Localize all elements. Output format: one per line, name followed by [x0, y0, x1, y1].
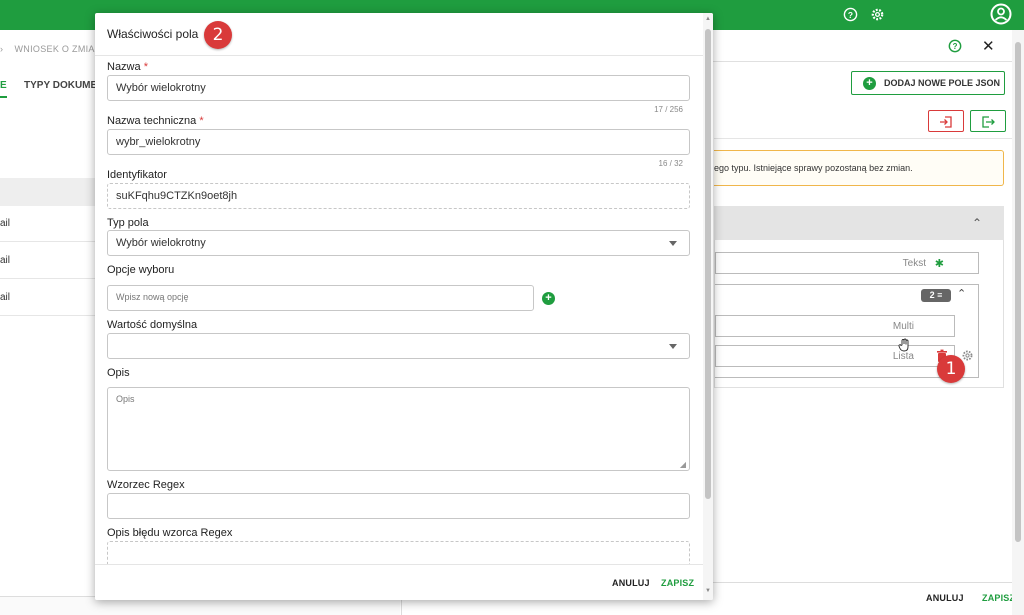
name-char-counter: 17 / 256 — [654, 105, 683, 114]
section-header[interactable]: ⌃ — [714, 206, 1004, 240]
dialog-scrollbar[interactable]: ▲ ▼ — [703, 13, 713, 600]
dialog-scrollbar-thumb[interactable] — [705, 29, 711, 499]
new-option-placeholder: Wpisz nową opcję — [116, 292, 189, 302]
default-value-label: Wartość domyślna — [107, 319, 198, 331]
cancel-button[interactable]: ANULUJ — [926, 593, 964, 603]
field-type-label: Tekst — [902, 258, 926, 269]
scroll-up-icon[interactable]: ▲ — [705, 16, 711, 22]
identifier-field: suKFqhu9CTZKn9oet8jh — [107, 183, 690, 209]
required-star-icon: ✱ — [934, 258, 944, 270]
svg-text:?: ? — [953, 42, 958, 51]
technical-name-label-text: Nazwa techniczna — [107, 115, 197, 127]
divider — [714, 138, 1014, 139]
name-input[interactable]: Wybór wielokrotny — [107, 75, 690, 101]
row-text: ail — [0, 292, 11, 303]
field-item-text[interactable]: Tekst ✱ — [715, 252, 979, 274]
new-option-input[interactable]: Wpisz nową opcję — [107, 285, 534, 311]
plus-icon: + — [863, 77, 876, 90]
field-type-label: Multi — [892, 321, 914, 332]
close-icon[interactable]: ✕ — [982, 37, 995, 55]
name-label-text: Nazwa — [107, 61, 141, 73]
svg-text:?: ? — [848, 10, 853, 20]
field-type-value: Wybór wielokrotny — [116, 237, 206, 249]
technical-name-char-counter: 16 / 32 — [658, 159, 683, 168]
resize-handle-icon[interactable]: ◢ — [680, 460, 686, 469]
name-label: Nazwa * — [107, 61, 148, 73]
export-button[interactable] — [970, 110, 1006, 132]
description-textarea[interactable]: Opis ◢ — [107, 387, 690, 471]
page-scrollbar[interactable] — [1012, 30, 1024, 615]
divider — [95, 55, 705, 56]
identifier-label: Identyfikator — [107, 169, 167, 181]
technical-name-input[interactable]: wybr_wielokrotny — [107, 129, 690, 155]
add-json-field-button[interactable]: + DODAJ NOWE POLE JSON — [851, 71, 1005, 95]
regex-error-label: Opis błędu wzorca Regex — [107, 527, 233, 539]
warning-notice-text: ego typu. Istniejące sprawy pozostaną be… — [714, 163, 913, 173]
user-account-icon[interactable] — [990, 3, 1012, 28]
field-type-label: Typ pola — [107, 217, 149, 229]
step-marker-2: 2 — [204, 21, 232, 49]
dialog-title: Właściwości pola — [107, 27, 199, 41]
save-button[interactable]: ZAPISZ — [661, 578, 694, 588]
page-scrollbar-thumb[interactable] — [1015, 42, 1021, 542]
dialog-footer: ANULUJ ZAPISZ — [95, 564, 705, 600]
breadcrumb-chevron-icon: › — [0, 44, 4, 54]
field-item-lista[interactable]: Lista — [715, 345, 955, 367]
import-icon — [940, 116, 952, 128]
tab-active[interactable]: E — [0, 80, 7, 98]
description-placeholder: Opis — [116, 394, 135, 404]
hand-cursor-icon — [897, 338, 911, 355]
technical-name-label: Nazwa techniczna * — [107, 115, 204, 127]
group-count-badge: 2 ≡ — [921, 289, 951, 302]
warning-notice: ego typu. Istniejące sprawy pozostaną be… — [714, 150, 1004, 186]
options-label: Opcje wyboru — [107, 264, 175, 276]
export-icon — [982, 116, 995, 128]
add-option-icon[interactable]: + — [542, 292, 555, 305]
default-value-select[interactable] — [107, 333, 690, 359]
regex-input[interactable] — [107, 493, 690, 519]
group-count: 2 — [929, 290, 935, 300]
required-mark: * — [143, 61, 148, 73]
help-icon[interactable]: ? — [948, 39, 962, 56]
scroll-down-icon[interactable]: ▼ — [705, 588, 711, 594]
row-text: ail — [0, 218, 11, 229]
regex-label: Wzorzec Regex — [107, 479, 185, 491]
required-mark: * — [199, 115, 204, 127]
row-text: ail — [0, 255, 11, 266]
help-icon[interactable]: ? — [843, 7, 858, 25]
description-label: Opis — [107, 367, 130, 379]
field-item-multi[interactable]: Multi — [715, 315, 955, 337]
dropdown-arrow-icon — [669, 241, 677, 246]
chevron-up-icon[interactable]: ⌃ — [957, 287, 966, 300]
dropdown-arrow-icon — [669, 344, 677, 349]
step-marker-1: 1 — [937, 355, 965, 383]
list-icon: ≡ — [937, 290, 943, 300]
save-button[interactable]: ZAPISZ — [982, 593, 1015, 603]
cancel-button[interactable]: ANULUJ — [612, 578, 650, 588]
field-type-select[interactable]: Wybór wielokrotny — [107, 230, 690, 256]
add-json-field-label: DODAJ NOWE POLE JSON — [884, 78, 1001, 88]
chevron-up-icon[interactable]: ⌃ — [972, 216, 982, 230]
gear-icon[interactable] — [870, 7, 885, 25]
field-properties-dialog: Właściwości pola 2 Nazwa * Wybór wielokr… — [95, 13, 713, 600]
import-button[interactable] — [928, 110, 964, 132]
